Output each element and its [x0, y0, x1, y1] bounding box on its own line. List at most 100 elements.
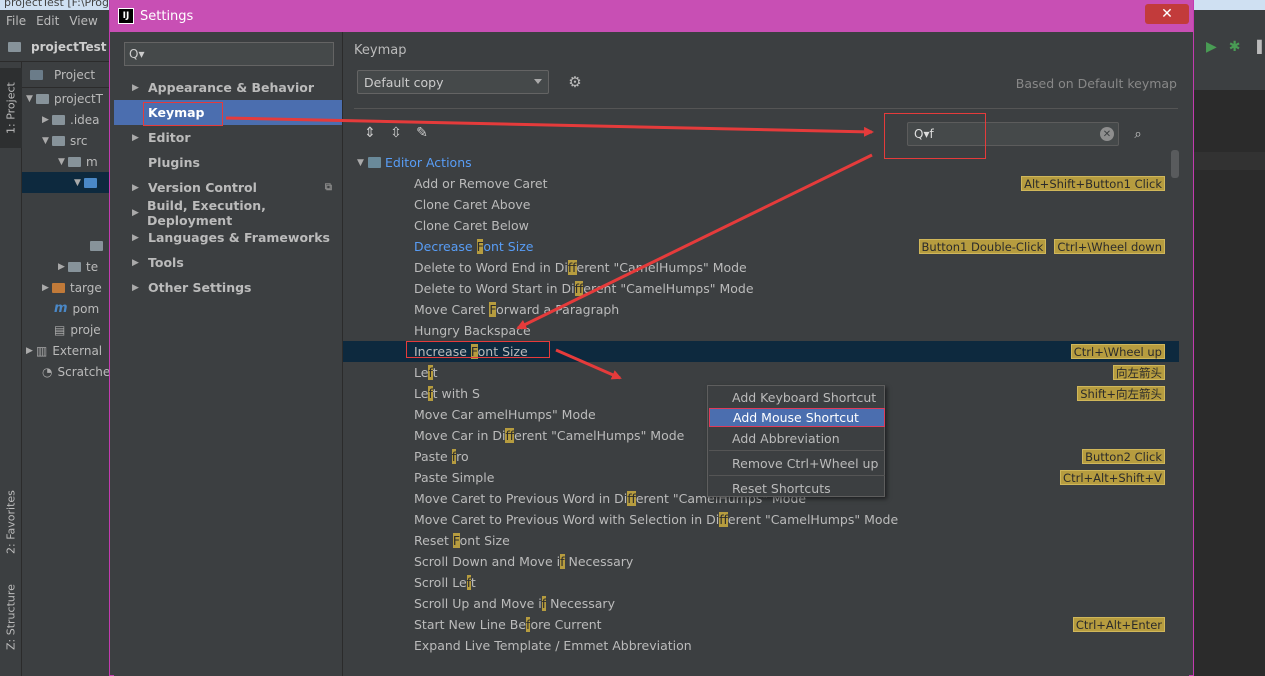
- project-tree-row[interactable]: ◔ Scratche: [22, 361, 110, 382]
- tree-scrollbar[interactable]: [1171, 150, 1179, 178]
- action-row[interactable]: Decrease Font Size Button1 Double-Click Ct…: [343, 236, 1179, 257]
- chevron-right-icon[interactable]: ▶: [26, 346, 36, 356]
- nav-item-editor[interactable]: ▶ Editor: [114, 125, 342, 150]
- shortcut-badge: Ctrl+\Wheel down: [1054, 239, 1165, 254]
- chevron-down-icon[interactable]: ▼: [357, 158, 364, 168]
- menu-view[interactable]: View: [69, 14, 97, 28]
- action-row[interactable]: Move Caret to Previous Word with Selecti…: [343, 509, 1179, 530]
- debug-icon[interactable]: ✱: [1229, 39, 1241, 55]
- screen: projectTest [F:\Program Files\IdeaProjec…: [0, 0, 1265, 676]
- collapse-all-icon[interactable]: ⇳: [387, 124, 405, 142]
- chevron-down-icon[interactable]: ▼: [74, 178, 84, 188]
- project-tree-row[interactable]: ▼: [22, 172, 110, 193]
- tab-favorites[interactable]: 2: Favorites: [0, 482, 22, 562]
- project-tree-row[interactable]: [22, 193, 110, 214]
- settings-search-input[interactable]: Q▾: [124, 42, 334, 66]
- project-tree-row[interactable]: ▶ ▥ External: [22, 340, 110, 361]
- action-row[interactable]: Clone Caret Above: [343, 194, 1179, 215]
- action-row[interactable]: Add or Remove Caret Alt+Shift+Button1 Cli…: [343, 173, 1179, 194]
- project-tree-row[interactable]: ▼ src: [22, 130, 110, 151]
- action-row[interactable]: Scroll Up and Move if Necessary: [343, 593, 1179, 614]
- project-tree-row[interactable]: [22, 235, 110, 256]
- context-item-add-keyboard-shortcut[interactable]: Add Keyboard Shortcut: [709, 388, 885, 407]
- action-row[interactable]: Expand Live Template / Emmet Abbreviatio…: [343, 635, 1179, 656]
- chevron-right-icon[interactable]: ▶: [42, 115, 52, 125]
- project-panel-title[interactable]: Project: [54, 68, 95, 82]
- action-label: Left with S: [414, 386, 480, 401]
- keymap-select[interactable]: Default copy: [357, 70, 549, 94]
- expand-all-icon[interactable]: ⇕: [361, 124, 379, 142]
- nav-item-languages-frameworks[interactable]: ▶ Languages & Frameworks: [114, 225, 342, 250]
- dialog-title: Settings: [140, 8, 194, 24]
- shortcut-badge: 向左箭头: [1113, 365, 1165, 380]
- overflow-icon[interactable]: ▐: [1253, 40, 1262, 54]
- action-label: Move Caret to Previous Word with Selecti…: [414, 512, 898, 527]
- gear-icon[interactable]: ⚙: [565, 72, 585, 92]
- tab-structure[interactable]: Z: Structure: [0, 577, 22, 657]
- run-icon[interactable]: ▶: [1206, 39, 1217, 55]
- project-tree-row[interactable]: ▼ projectT: [22, 88, 110, 109]
- menu-file[interactable]: File: [6, 14, 26, 28]
- chevron-down-icon[interactable]: ▼: [26, 94, 36, 104]
- action-label: Hungry Backspace: [414, 323, 531, 338]
- edit-pencil-icon[interactable]: ✎: [413, 124, 431, 142]
- tree-group-editor-actions[interactable]: ▼ Editor Actions: [343, 152, 1179, 173]
- nav-item-tools[interactable]: ▶ Tools: [114, 250, 342, 275]
- project-name[interactable]: projectTest: [31, 40, 106, 54]
- project-tree-row[interactable]: [22, 214, 110, 235]
- clear-search-icon[interactable]: ✕: [1100, 127, 1114, 141]
- project-tree-row[interactable]: ▶ targe: [22, 277, 110, 298]
- annotation-box-increase-font: [406, 341, 550, 358]
- nav-item-appearance-behavior[interactable]: ▶ Appearance & Behavior: [114, 75, 342, 100]
- chevron-down-icon[interactable]: ▼: [58, 157, 68, 167]
- close-button[interactable]: ✕: [1145, 4, 1189, 24]
- menu-edit[interactable]: Edit: [36, 14, 59, 28]
- project-tree-row[interactable]: ▤ proje: [22, 319, 110, 340]
- project-tree-label: projectT: [54, 91, 103, 106]
- annotation-box-search: [884, 113, 986, 159]
- chevron-right-icon[interactable]: ▶: [42, 283, 52, 293]
- action-text: Necessary: [564, 554, 634, 569]
- action-row[interactable]: Delete to Word Start in Different "Camel…: [343, 278, 1179, 299]
- context-item-reset-shortcuts[interactable]: Reset Shortcuts: [709, 479, 885, 498]
- tab-project[interactable]: 1: Project: [0, 68, 22, 148]
- context-item-remove-ctrl-wheel-up[interactable]: Remove Ctrl+Wheel up: [709, 454, 885, 473]
- action-row[interactable]: Delete to Word End in Different "CamelHu…: [343, 257, 1179, 278]
- action-row[interactable]: Scroll Left: [343, 572, 1179, 593]
- intellij-logo-icon: IJ: [118, 8, 134, 24]
- file-icon: ▤: [54, 322, 66, 337]
- based-on-label: Based on Default keymap: [1015, 76, 1177, 91]
- action-text: ore Current: [530, 617, 602, 632]
- project-tree-row[interactable]: ▶ .idea: [22, 109, 110, 130]
- context-item-add-mouse-shortcut[interactable]: Add Mouse Shortcut: [709, 408, 885, 427]
- project-folder-icon: [8, 41, 21, 52]
- project-tree-row[interactable]: m pom: [22, 298, 110, 319]
- nav-item-label: Tools: [148, 255, 184, 270]
- nav-item-plugins[interactable]: Plugins: [114, 150, 342, 175]
- nav-item-label: Other Settings: [148, 280, 252, 295]
- nav-item-build-execution-deployment[interactable]: ▶ Build, Execution, Deployment: [114, 198, 342, 228]
- action-text: orward a Paragraph: [496, 302, 620, 317]
- action-text: ferent "CamelHumps" Mode: [576, 260, 747, 275]
- nav-item-other-settings[interactable]: ▶ Other Settings: [114, 275, 342, 300]
- action-text: Move Car: [414, 407, 474, 422]
- action-row[interactable]: Hungry Backspace: [343, 320, 1179, 341]
- project-tree-label: External: [52, 343, 103, 358]
- project-tree-row[interactable]: ▼ m: [22, 151, 110, 172]
- action-label: Expand Live Template / Emmet Abbreviatio…: [414, 638, 692, 653]
- action-row[interactable]: Scroll Down and Move if Necessary: [343, 551, 1179, 572]
- project-tree-label: .idea: [70, 112, 100, 127]
- project-tree-row[interactable]: ▶ te: [22, 256, 110, 277]
- action-row[interactable]: Clone Caret Below: [343, 215, 1179, 236]
- chevron-down-icon[interactable]: ▼: [42, 136, 52, 146]
- search-match: F: [452, 533, 460, 548]
- context-item-add-abbreviation[interactable]: Add Abbreviation: [709, 429, 885, 448]
- action-row[interactable]: Reset Font Size: [343, 530, 1179, 551]
- action-row[interactable]: Start New Line Before Current Ctrl+Alt+En…: [343, 614, 1179, 635]
- nav-item-version-control[interactable]: ▶ Version Control ⧉: [114, 175, 342, 200]
- chevron-right-icon[interactable]: ▶: [58, 262, 68, 272]
- action-row[interactable]: Move Caret Forward a Paragraph: [343, 299, 1179, 320]
- action-row[interactable]: Left 向左箭头: [343, 362, 1179, 383]
- find-by-shortcut-icon[interactable]: ⌕: [1129, 125, 1147, 143]
- action-text: t: [432, 365, 438, 380]
